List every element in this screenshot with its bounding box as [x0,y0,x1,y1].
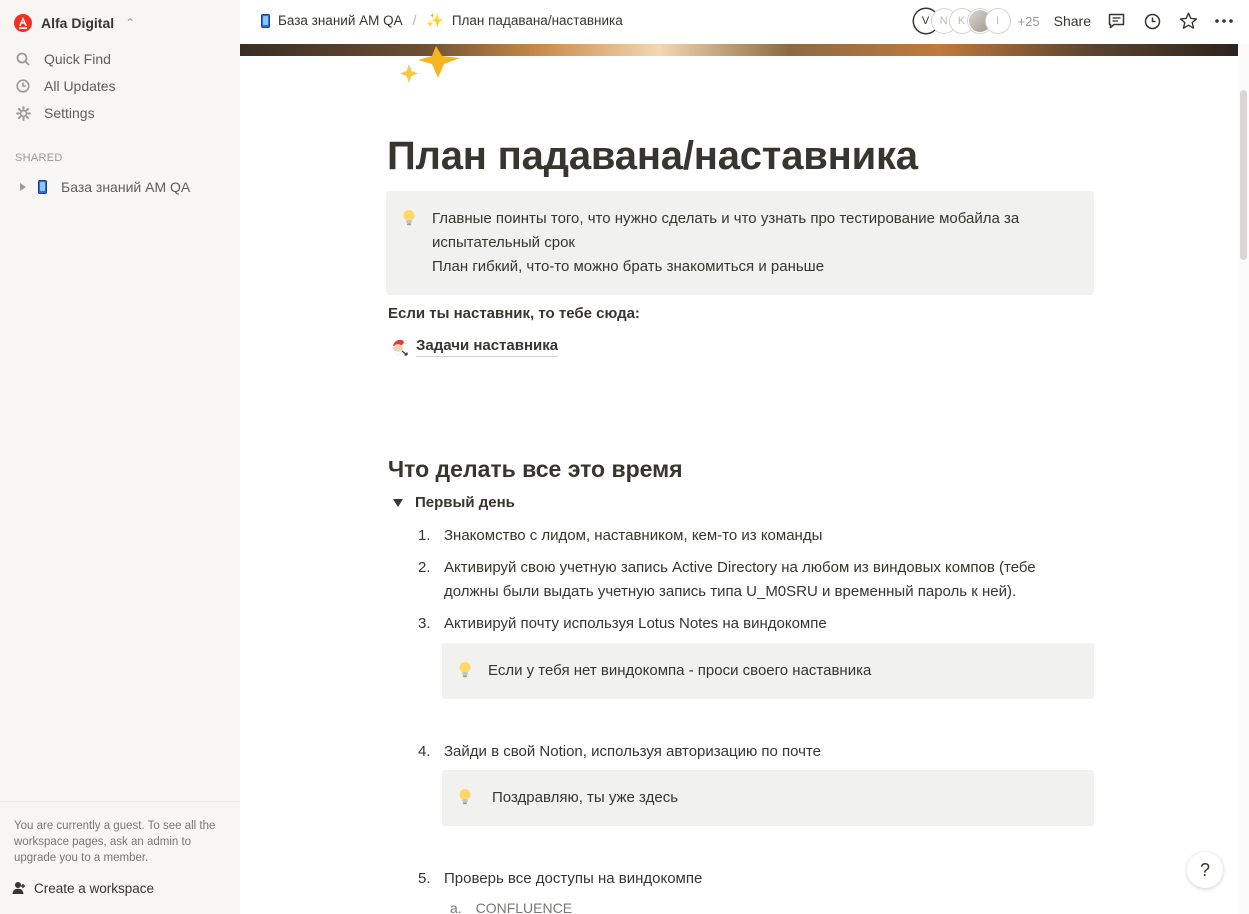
search-icon [14,50,32,68]
sparkles-icon: ✨ [426,12,444,28]
sidebar-item-label: Settings [44,105,95,121]
breadcrumb-item-knowledge-base[interactable]: База знаний AM QA [261,13,403,28]
list-item[interactable]: 2. Активируй свою учетную запись Active … [418,556,1036,600]
help-button[interactable]: ? [1187,852,1223,888]
sub-list-letter: a. [450,900,462,914]
sub-list-item[interactable]: a. CONFLUENCE [450,900,572,914]
share-button[interactable]: Share [1054,13,1091,29]
gear-icon [14,104,32,122]
toggle-arrow-icon[interactable] [393,498,403,507]
list-number: 2. [418,559,431,576]
topbar: База знаний AM QA / ✨ План падавана/наст… [240,0,1249,44]
breadcrumb-separator: / [412,13,417,28]
intro-callout[interactable]: Главные поинты того, что нужно сделать и… [386,191,1094,295]
lightbulb-icon [402,209,416,232]
callout-already-here[interactable]: Поздравляю, ты уже здесь [442,770,1094,826]
create-workspace-label: Create a workspace [34,880,155,896]
callout-text: Главные поинты того, что нужно сделать и… [432,210,1020,275]
list-number: 1. [418,527,431,544]
list-item-text: Активируй почту используя Lotus Notes на… [444,615,827,632]
sparkles-page-icon[interactable] [398,44,468,92]
callout-text: Поздравляю, ты уже здесь [492,789,679,806]
expand-arrow-icon[interactable] [20,183,26,191]
toggle-label: Первый день [415,494,515,511]
favorite-star-icon[interactable] [1177,10,1199,32]
lightbulb-icon [458,788,472,811]
shared-section-label: SHARED [15,152,63,164]
avatar[interactable]: I [985,9,1010,33]
sub-list-text: CONFLUENCE [475,900,573,914]
mobile-phone-icon [261,13,270,28]
page-cover-image[interactable] [240,44,1238,56]
chevron-updown-icon: ⌃ [125,16,136,30]
list-item[interactable]: 5. Проверь все доступы на виндокомпе [418,867,702,891]
sidebar-item-knowledge-base[interactable]: База знаний AM QA [14,176,190,198]
list-item-text: Зайди в свой Notion, используя авторизац… [444,743,821,760]
avatar-count[interactable]: +25 [1018,14,1040,29]
callout-no-windows-pc[interactable]: Если у тебя нет виндокомпа - проси своег… [442,643,1094,699]
list-number: 3. [418,615,431,632]
create-workspace-button[interactable]: Create a workspace [12,878,154,898]
topbar-actions: V N K I +25 Share [913,9,1235,33]
breadcrumb-label: План падавана/наставника [451,13,623,28]
sidebar-item-label: Quick Find [44,51,111,67]
list-item-text: Активируй свою учетную запись Active Dir… [444,559,1036,600]
workspace-name: Alfa Digital [41,15,115,31]
history-clock-icon[interactable] [1141,10,1163,32]
add-person-icon [12,882,25,894]
breadcrumb-item-current-page[interactable]: ✨ План падавана/наставника [426,12,622,29]
santa-icon [392,339,408,356]
sidebar-item-settings[interactable]: Settings [14,102,95,124]
guest-notice-panel: You are currently a guest. To see all th… [0,801,240,914]
sidebar: Alfa Digital ⌃ Quick Find All Updates Se… [0,0,240,914]
viewer-avatars[interactable]: V N K I +25 [913,9,1040,33]
alfa-logo-icon [14,14,32,32]
sidebar-item-label: База знаний AM QA [61,179,191,195]
toggle-first-day[interactable]: Первый день [393,494,515,511]
section-heading[interactable]: Что делать все это время [388,456,683,483]
scrollbar-thumb[interactable] [1240,90,1247,260]
list-item[interactable]: 1. Знакомство с лидом, наставником, кем-… [418,524,822,548]
list-item-text: Знакомство с лидом, наставником, кем-то … [444,527,823,544]
lightbulb-icon [458,661,472,684]
list-item[interactable]: 3. Активируй почту используя Lotus Notes… [418,612,827,636]
more-options-icon[interactable] [1213,10,1235,32]
guest-notice: You are currently a guest. To see all th… [14,820,216,864]
list-number: 4. [418,743,431,760]
clock-icon [14,77,32,95]
mentor-tasks-link[interactable]: Задачи наставника [390,336,559,357]
page-title[interactable]: План падавана/наставника [387,134,918,179]
sidebar-item-label: All Updates [44,78,116,94]
workspace-switcher[interactable]: Alfa Digital ⌃ [14,12,135,34]
mobile-phone-icon [38,180,47,194]
list-item-text: Проверь все доступы на виндокомпе [444,870,703,887]
list-item[interactable]: 4. Зайди в свой Notion, используя автори… [418,740,821,764]
mentor-tasks-label: Задачи наставника [416,336,559,357]
list-number: 5. [418,870,431,887]
breadcrumb-label: База знаний AM QA [278,13,403,28]
comment-icon[interactable] [1105,10,1127,32]
callout-text: Если у тебя нет виндокомпа - проси своег… [488,662,872,679]
breadcrumb: База знаний AM QA / ✨ План падавана/наст… [261,12,623,29]
mentor-prompt: Если ты наставник, то тебе сюда: [388,305,640,322]
sidebar-item-all-updates[interactable]: All Updates [14,75,116,97]
sidebar-item-quick-find[interactable]: Quick Find [14,48,111,70]
